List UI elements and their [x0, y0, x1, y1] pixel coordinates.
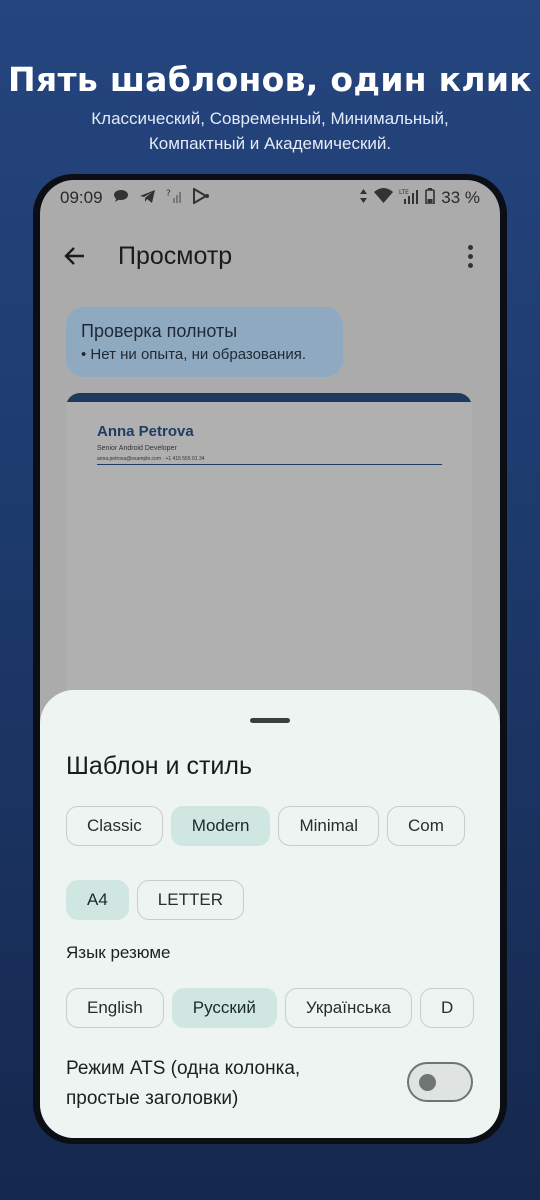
lte-text: LTE [399, 189, 409, 196]
resume-name: Anna Petrova [97, 423, 194, 440]
status-bar: 09:09 ? LTE 33 % [40, 180, 500, 216]
chip-template-modern[interactable]: Modern [170, 806, 271, 846]
ats-mode-label: Режим ATS (одна колонка, простые заголов… [66, 1058, 301, 1109]
status-time: 09:09 [60, 188, 103, 207]
chip-lang-russian[interactable]: Русский [171, 988, 277, 1028]
telegram-icon [139, 189, 156, 208]
chip-template-classic[interactable]: Classic [66, 806, 163, 846]
chip-lang-more[interactable]: D [419, 988, 474, 1028]
bottom-sheet: Шаблон и стиль Classic Modern Minimal Co… [40, 690, 500, 1138]
completeness-item: • Нет ни опыта, ни образования. [81, 346, 307, 363]
chip-lang-ukrainian[interactable]: Українська [284, 988, 412, 1028]
chip-paper-letter[interactable]: LETTER [136, 880, 244, 920]
signal-unknown-icon: ? [166, 188, 182, 208]
status-right: LTE 33 % [359, 187, 480, 209]
language-chips: English Русский Українська D [66, 988, 474, 1028]
battery-percent: 33 % [441, 188, 480, 207]
arrow-back-icon[interactable] [60, 241, 90, 271]
more-vert-icon[interactable] [460, 241, 480, 271]
page-title: Просмотр [118, 241, 233, 270]
promo-title: Пять шаблонов, один клик [8, 60, 532, 99]
completeness-card: Проверка полноты • Нет ни опыта, ни обра… [66, 307, 343, 377]
svg-text:?: ? [166, 189, 171, 199]
promo-subtitle: Классический, Современный, Минимальный, … [30, 106, 510, 156]
resume-divider [97, 464, 442, 465]
completeness-title: Проверка полноты [81, 321, 238, 341]
phone-screen: 09:09 ? LTE 33 % Просмотр Проверка полно… [40, 180, 500, 1138]
resume-contact: anna.petrova@example.com · +1 415 555 01… [97, 456, 205, 462]
resume-accent-band [66, 393, 472, 402]
sheet-title: Шаблон и стиль [66, 752, 252, 780]
data-arrows-icon [359, 188, 368, 208]
chip-template-compact[interactable]: Com [387, 806, 465, 846]
chip-lang-english[interactable]: English [66, 988, 164, 1028]
battery-icon [425, 187, 436, 209]
chip-template-minimal[interactable]: Minimal [278, 806, 379, 846]
promo-subtitle-line2: Компактный и Академический. [148, 134, 392, 153]
paper-size-chips: A4 LETTER [66, 880, 474, 920]
promo-subtitle-line1: Классический, Современный, Минимальный, [91, 109, 449, 128]
drag-handle[interactable] [250, 718, 290, 723]
wifi-icon [374, 188, 394, 208]
app-bar: Просмотр [40, 232, 500, 280]
toggle-knob [419, 1074, 436, 1091]
lte-signal-icon: LTE [399, 188, 419, 209]
language-label: Язык резюме [66, 943, 171, 962]
chip-paper-a4[interactable]: A4 [66, 880, 129, 920]
resume-role: Senior Android Developer [97, 445, 177, 452]
play-store-icon [192, 187, 210, 208]
chat-icon [113, 188, 129, 208]
ats-mode-toggle[interactable] [407, 1062, 473, 1102]
template-chips: Classic Modern Minimal Com [66, 806, 474, 846]
